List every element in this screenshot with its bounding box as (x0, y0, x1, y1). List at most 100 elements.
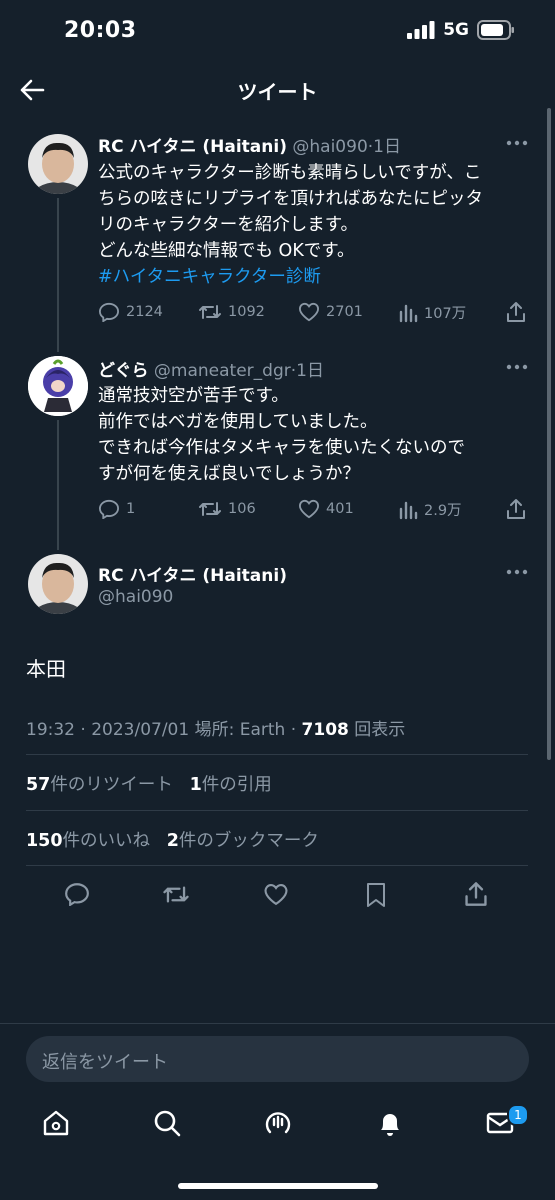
person-photo (28, 554, 88, 614)
page-title: ツイート (237, 80, 318, 104)
share-icon (507, 302, 525, 322)
views-icon (399, 304, 418, 322)
like-action[interactable]: 2701 (298, 302, 363, 322)
tweet-age: 1日 (373, 137, 401, 157)
like-button[interactable] (263, 883, 289, 906)
main-tweet-text: 本田 (26, 657, 66, 681)
tweet-timestamp: 19:32 · 2023/07/01 (26, 720, 190, 740)
author-handle[interactable]: @hai090 (98, 587, 173, 607)
author-name[interactable]: RC ハイタニ (Haitani) (98, 137, 287, 157)
bell-icon (381, 1114, 399, 1136)
tab-search[interactable] (152, 1108, 182, 1138)
retweet-action[interactable]: 1092 (198, 302, 265, 322)
tweet-line: すが何を使えば良いでしょうか？ (98, 464, 360, 484)
more-button[interactable] (506, 140, 528, 146)
author-name[interactable]: どぐら (98, 361, 149, 381)
author-name[interactable]: RC ハイタニ (Haitani) (98, 561, 287, 586)
more-icon (506, 140, 528, 146)
reply-icon (98, 499, 120, 519)
messages-badge: 1 (507, 1104, 529, 1126)
tweet-meta: 19:32 · 2023/07/01 場所: Earth · 7108 回表示 (26, 715, 405, 740)
heart-icon (298, 302, 320, 322)
tweet-line: どんな些細な情報でも OKです。 (98, 241, 355, 261)
avatar[interactable] (28, 356, 88, 416)
retweet-icon (163, 886, 189, 903)
share-action[interactable] (506, 498, 526, 520)
retweet-count: 1092 (228, 304, 265, 320)
retweet-action[interactable]: 106 (198, 499, 256, 519)
retweets-label: 件のリツイート (50, 775, 173, 795)
likes-label: 件のいいね (62, 831, 151, 851)
views-action[interactable]: 2.9万 (398, 499, 462, 520)
more-icon (506, 364, 528, 370)
tweet-header: RC ハイタニ (Haitani) @hai090·1日 (98, 132, 401, 157)
retweets-count: 57 (26, 775, 51, 795)
like-count: 401 (326, 501, 354, 517)
tweet-text: 通常技対空が苦手です。 前作ではベガを使用していました。 できれば今作はタメキャ… (98, 383, 538, 487)
divider (26, 754, 528, 755)
views-icon (399, 501, 418, 519)
home-icon (43, 1110, 69, 1136)
tweet-line: リのキャラクターを紹介します。 (98, 215, 359, 235)
scrollbar[interactable] (547, 108, 551, 760)
reply-placeholder: 返信をツイート (42, 1052, 168, 1073)
bookmark-button[interactable] (366, 882, 386, 908)
back-button[interactable] (18, 76, 46, 104)
likes-stat[interactable]: 150件のいいね (26, 831, 150, 851)
home-indicator (178, 1183, 378, 1189)
author-handle[interactable]: @hai090 (292, 137, 367, 157)
views-count: 107万 (424, 306, 467, 322)
tweet-line: ちらの呟きにリプライを頂ければあなたにピッタ (98, 189, 483, 209)
views-action[interactable]: 107万 (398, 302, 466, 323)
retweet-count: 106 (228, 501, 256, 517)
retweet-button[interactable] (162, 883, 190, 906)
views-total: 7108 (301, 720, 349, 740)
author-handle[interactable]: @maneater_dgr (154, 361, 291, 381)
divider (26, 810, 528, 811)
bookmarks-stat[interactable]: 2件のブックマーク (167, 831, 319, 851)
share-icon (465, 882, 487, 906)
more-icon (506, 569, 528, 575)
reply-action[interactable]: 2124 (98, 302, 163, 322)
quotes-count: 1 (189, 775, 202, 795)
tab-notifications[interactable] (375, 1108, 405, 1138)
tab-home[interactable] (41, 1108, 71, 1138)
like-action[interactable]: 401 (298, 499, 354, 519)
bookmark-icon (367, 883, 385, 907)
retweet-icon (199, 502, 221, 516)
divider (26, 865, 528, 866)
tab-spaces[interactable] (263, 1108, 293, 1138)
tweet-header: どぐら @maneater_dgr·1日 (98, 356, 324, 381)
retweet-icon (199, 305, 221, 319)
signal-icon (407, 21, 435, 39)
thread-line (57, 420, 59, 550)
hashtag-link[interactable]: #ハイタニキャラクター診断 (98, 264, 538, 290)
avatar[interactable] (28, 554, 88, 614)
heart-icon (298, 499, 320, 519)
retweets-stat[interactable]: 57件のリツイート (26, 775, 173, 795)
heart-icon (264, 884, 288, 906)
tweet-text: 公式のキャラクター診断も素晴らしいですが、こ ちらの呟きにリプライを頂ければあな… (98, 160, 538, 290)
share-action[interactable] (506, 301, 526, 323)
more-button[interactable] (506, 569, 528, 575)
quotes-label: 件の引用 (201, 775, 272, 795)
reply-button[interactable] (64, 882, 90, 906)
quotes-stat[interactable]: 1件の引用 (190, 775, 272, 795)
arrow-left-icon (20, 79, 45, 101)
bookmarks-label: 件のブックマーク (178, 831, 319, 851)
character-avatar (28, 356, 88, 416)
more-button[interactable] (506, 364, 528, 370)
avatar[interactable] (28, 134, 88, 194)
views-count: 2.9万 (424, 503, 462, 519)
views-label: 回表示 (354, 720, 406, 740)
thread-line (57, 198, 59, 352)
reply-action[interactable]: 1 (98, 499, 135, 519)
tweet-location: 場所: Earth · (194, 720, 302, 740)
status-time: 20:03 (64, 18, 137, 43)
reply-icon (98, 302, 120, 322)
person-photo (28, 134, 88, 194)
tweet-age: 1日 (296, 361, 324, 381)
network-type: 5G (443, 20, 469, 40)
share-button[interactable] (464, 881, 488, 907)
share-icon (507, 499, 525, 519)
